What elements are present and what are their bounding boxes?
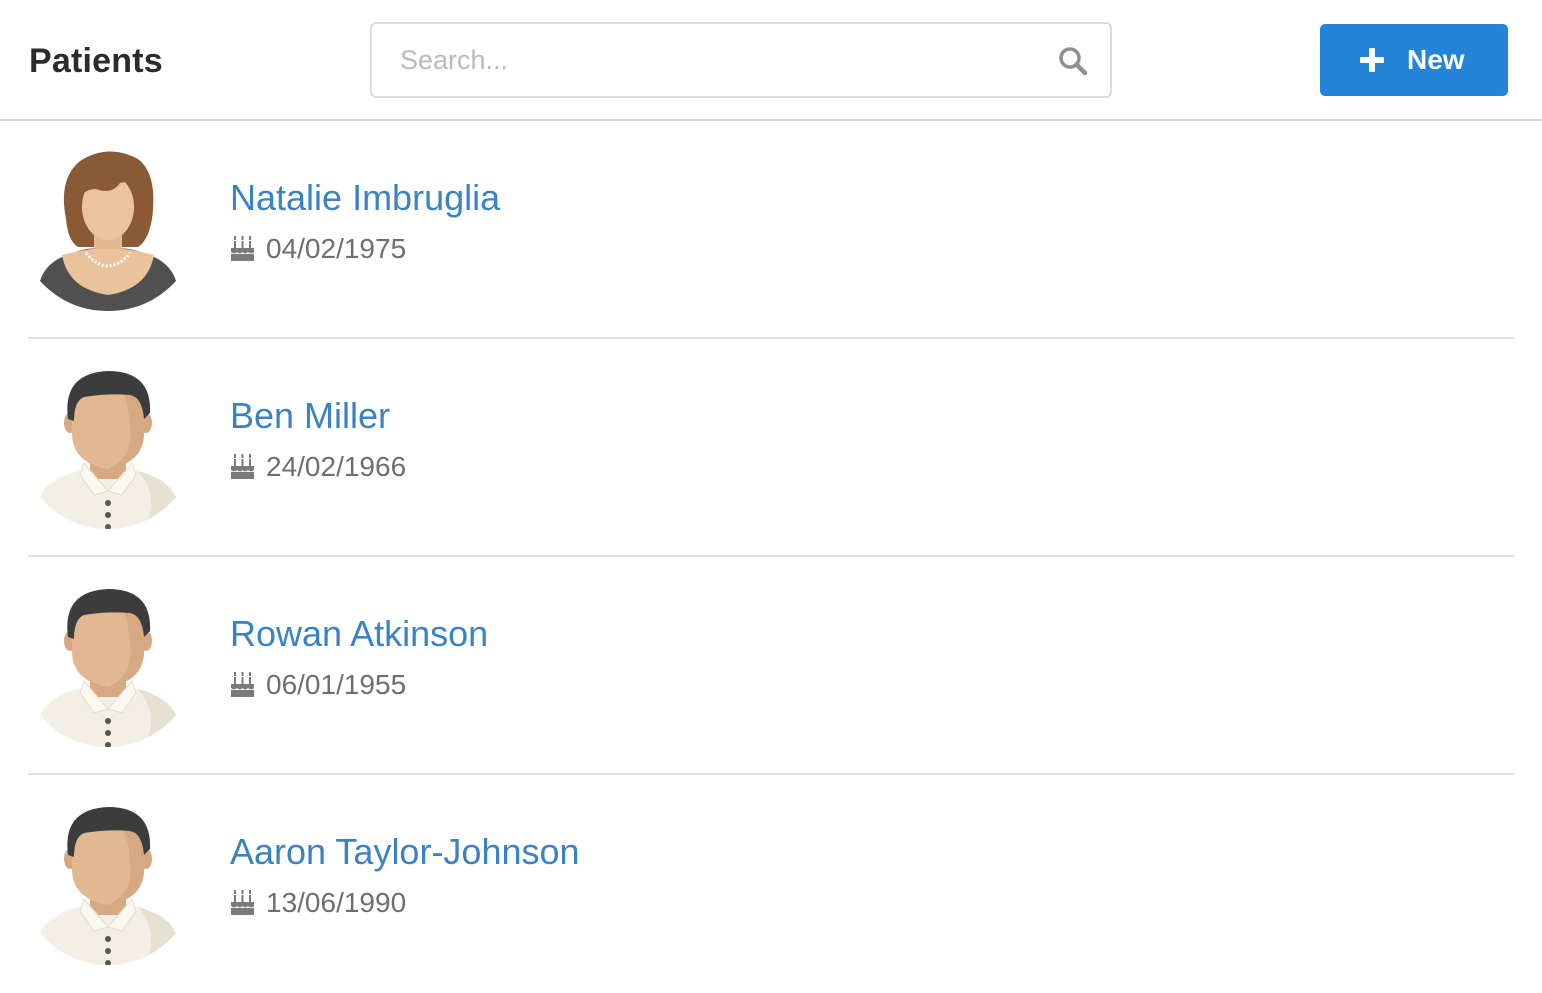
- male-avatar: [40, 589, 176, 747]
- patient-name-link[interactable]: Rowan Atkinson: [230, 612, 488, 656]
- date-of-birth: 06/01/1955: [266, 669, 407, 700]
- birthday-cake-icon: [231, 454, 254, 479]
- header-bar: Patients New: [0, 0, 1542, 121]
- birthday-cake-icon: [231, 236, 254, 261]
- new-button-label: New: [1407, 44, 1465, 75]
- patient-row[interactable]: Ben Miller 24/02/1966: [28, 339, 1514, 557]
- patient-row[interactable]: Aaron Taylor-Johnson 13/06/1990: [28, 775, 1514, 993]
- page-title: Patients: [29, 42, 163, 80]
- patient-name-link[interactable]: Natalie Imbruglia: [230, 176, 500, 220]
- search-input[interactable]: [372, 24, 1032, 96]
- patient-row[interactable]: Rowan Atkinson 06/01/1955: [28, 557, 1514, 775]
- new-patient-button[interactable]: New: [1320, 24, 1508, 96]
- search-box[interactable]: [370, 22, 1112, 98]
- patient-list: Natalie Imbruglia 04/02/1975 Ben Miller …: [28, 121, 1514, 993]
- plus-icon: [1360, 48, 1384, 72]
- patient-name-link[interactable]: Ben Miller: [230, 394, 390, 438]
- patient-row[interactable]: Natalie Imbruglia 04/02/1975: [28, 121, 1514, 339]
- patient-name-link[interactable]: Aaron Taylor-Johnson: [230, 830, 580, 874]
- birthday-cake-icon: [231, 672, 254, 697]
- search-icon[interactable]: [1058, 46, 1088, 76]
- female-avatar: [40, 151, 176, 311]
- birthday-cake-icon: [231, 890, 254, 915]
- male-avatar: [40, 807, 176, 965]
- male-avatar: [40, 371, 176, 529]
- date-of-birth: 04/02/1975: [266, 233, 407, 264]
- date-of-birth: 24/02/1966: [266, 451, 407, 482]
- date-of-birth: 13/06/1990: [266, 887, 407, 918]
